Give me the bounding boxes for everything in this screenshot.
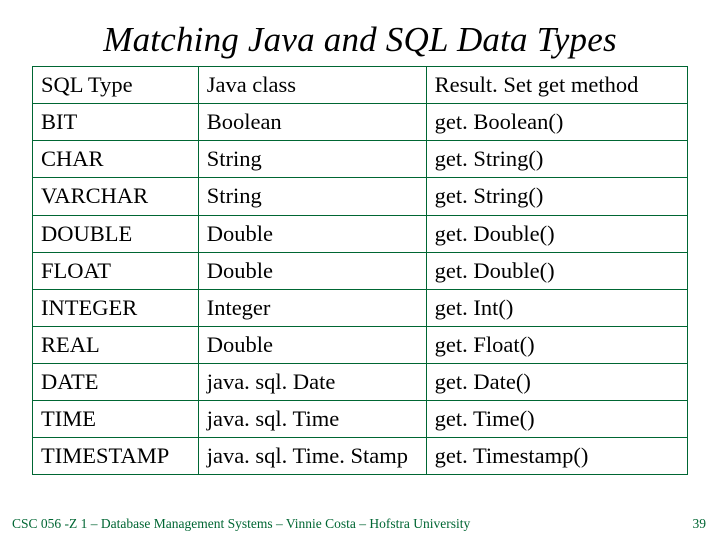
cell-sql: DOUBLE: [33, 215, 199, 252]
cell-java: String: [198, 178, 426, 215]
header-sql-type: SQL Type: [33, 67, 199, 104]
cell-method: get. Double(): [426, 252, 687, 289]
cell-method: get. Boolean(): [426, 104, 687, 141]
page-number: 39: [693, 516, 707, 532]
cell-method: get. Timestamp(): [426, 438, 687, 475]
cell-method: get. Int(): [426, 289, 687, 326]
cell-sql: BIT: [33, 104, 199, 141]
cell-java: Integer: [198, 289, 426, 326]
cell-java: Boolean: [198, 104, 426, 141]
table-row: CHAR String get. String(): [33, 141, 688, 178]
cell-java: Double: [198, 215, 426, 252]
type-mapping-table: SQL Type Java class Result. Set get meth…: [32, 66, 688, 475]
slide-title: Matching Java and SQL Data Types: [0, 0, 720, 66]
slide: Matching Java and SQL Data Types SQL Typ…: [0, 0, 720, 540]
header-resultset: Result. Set get method: [426, 67, 687, 104]
cell-java: java. sql. Time. Stamp: [198, 438, 426, 475]
table-row: VARCHAR String get. String(): [33, 178, 688, 215]
cell-java: java. sql. Date: [198, 364, 426, 401]
table-row: TIMESTAMP java. sql. Time. Stamp get. Ti…: [33, 438, 688, 475]
cell-sql: CHAR: [33, 141, 199, 178]
cell-java: java. sql. Time: [198, 401, 426, 438]
cell-java: Double: [198, 252, 426, 289]
table-row: TIME java. sql. Time get. Time(): [33, 401, 688, 438]
table-row: DOUBLE Double get. Double(): [33, 215, 688, 252]
cell-sql: DATE: [33, 364, 199, 401]
table-row: INTEGER Integer get. Int(): [33, 289, 688, 326]
cell-sql: VARCHAR: [33, 178, 199, 215]
cell-method: get. Float(): [426, 326, 687, 363]
cell-java: Double: [198, 326, 426, 363]
table-row: REAL Double get. Float(): [33, 326, 688, 363]
table-row: BIT Boolean get. Boolean(): [33, 104, 688, 141]
table-row: DATE java. sql. Date get. Date(): [33, 364, 688, 401]
table-row: FLOAT Double get. Double(): [33, 252, 688, 289]
cell-sql: TIME: [33, 401, 199, 438]
cell-java: String: [198, 141, 426, 178]
header-java-class: Java class: [198, 67, 426, 104]
table-container: SQL Type Java class Result. Set get meth…: [32, 66, 688, 475]
cell-method: get. Double(): [426, 215, 687, 252]
table-body: SQL Type Java class Result. Set get meth…: [33, 67, 688, 475]
cell-sql: INTEGER: [33, 289, 199, 326]
cell-sql: REAL: [33, 326, 199, 363]
cell-sql: TIMESTAMP: [33, 438, 199, 475]
cell-method: get. String(): [426, 178, 687, 215]
cell-method: get. Time(): [426, 401, 687, 438]
footer-text: CSC 056 -Z 1 – Database Management Syste…: [12, 516, 470, 532]
cell-sql: FLOAT: [33, 252, 199, 289]
table-header-row: SQL Type Java class Result. Set get meth…: [33, 67, 688, 104]
cell-method: get. Date(): [426, 364, 687, 401]
cell-method: get. String(): [426, 141, 687, 178]
